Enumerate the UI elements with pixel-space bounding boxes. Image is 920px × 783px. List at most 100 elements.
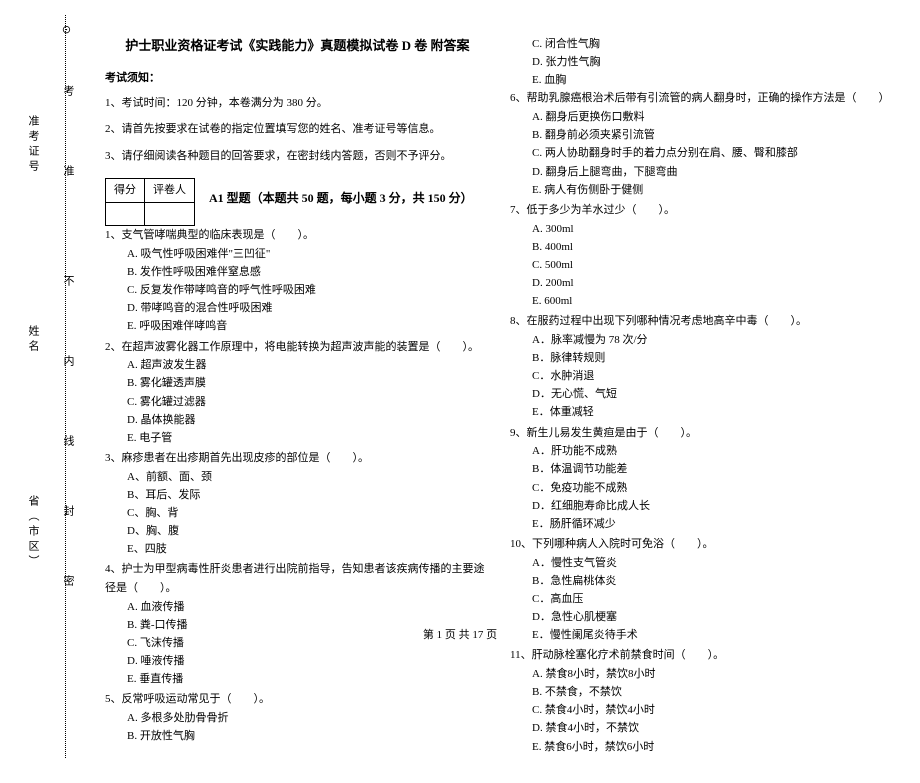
gutter-seal-marker: 不 bbox=[60, 275, 76, 286]
question-options: A．脉率减慢为 78 次/分B．脉律转规则C．水肿消退D．无心慌、气短E．体重减… bbox=[510, 331, 895, 422]
option: E. 电子管 bbox=[127, 429, 490, 447]
option: D．无心慌、气短 bbox=[532, 385, 895, 403]
question-options: A. 禁食8小时，禁饮8小时B. 不禁食，不禁饮C. 禁食4小时，禁饮4小时D.… bbox=[510, 665, 895, 756]
section-title: A1 型题（本题共 50 题，每小题 3 分，共 150 分） bbox=[209, 188, 473, 208]
option: D. 翻身后上腿弯曲，下腿弯曲 bbox=[532, 163, 895, 181]
option: B. 开放性气胸 bbox=[127, 727, 490, 745]
option: D. 200ml bbox=[532, 274, 895, 292]
question-options: A. 300mlB. 400mlC. 500mlD. 200mlE. 600ml bbox=[510, 220, 895, 311]
option: A．脉率减慢为 78 次/分 bbox=[532, 331, 895, 349]
option: D. 禁食4小时，不禁饮 bbox=[532, 719, 895, 737]
option: E. 垂直传播 bbox=[127, 670, 490, 688]
option: D. 张力性气胸 bbox=[532, 53, 895, 71]
question-stem: 1、支气管哮喘典型的临床表现是（ ）。 bbox=[105, 226, 490, 245]
option: B．急性扁桃体炎 bbox=[532, 572, 895, 590]
score-table: 得分 评卷人 bbox=[105, 178, 195, 226]
option: C. 500ml bbox=[532, 256, 895, 274]
question-stem: 9、新生儿易发生黄疸是由于（ ）。 bbox=[510, 424, 895, 443]
option: E．体重减轻 bbox=[532, 403, 895, 421]
gutter-field-label: 省（市区） bbox=[25, 495, 41, 570]
question-stem: 2、在超声波雾化器工作原理中，将电能转换为超声波声能的装置是（ ）。 bbox=[105, 338, 490, 357]
question: 1、支气管哮喘典型的临床表现是（ ）。A. 吸气性呼吸困难伴"三凹征"B. 发作… bbox=[105, 226, 490, 335]
question-stem: 6、帮助乳腺癌根治术后带有引流管的病人翻身时，正确的操作方法是（ ） bbox=[510, 89, 895, 108]
option: D．红细胞寿命比成人长 bbox=[532, 497, 895, 515]
option: A．慢性支气管炎 bbox=[532, 554, 895, 572]
gutter-seal-marker: 考 bbox=[60, 85, 76, 96]
gutter-seal-marker: 内 bbox=[60, 355, 76, 366]
question-options: A. 吸气性呼吸困难伴"三凹征"B. 发作性呼吸困难伴窒息感C. 反复发作带哮鸣… bbox=[105, 245, 490, 336]
gutter-field-label: 准考证号 bbox=[25, 115, 41, 175]
gutter-seal-marker: 线 bbox=[60, 435, 76, 446]
gutter-field-label: 姓名 bbox=[25, 325, 41, 355]
question: 9、新生儿易发生黄疸是由于（ ）。A．肝功能不成熟B．体温调节功能差C．免疫功能… bbox=[510, 424, 895, 533]
option: A. 多根多处肋骨骨折 bbox=[127, 709, 490, 727]
question-stem: 3、麻疹患者在出疹期首先出现皮疹的部位是（ ）。 bbox=[105, 449, 490, 468]
option: C. 反复发作带哮鸣音的呼气性呼吸困难 bbox=[127, 281, 490, 299]
option: E．肠肝循环减少 bbox=[532, 515, 895, 533]
option: E. 病人有伤侧卧于健侧 bbox=[532, 181, 895, 199]
option: C. 禁食4小时，禁饮4小时 bbox=[532, 701, 895, 719]
option: A. 翻身后更换伤口敷料 bbox=[532, 108, 895, 126]
notice-item: 1、考试时间：120 分钟，本卷满分为 380 分。 bbox=[105, 94, 490, 113]
question: 3、麻疹患者在出疹期首先出现皮疹的部位是（ ）。A、前额、面、颈B、耳后、发际C… bbox=[105, 449, 490, 558]
option: D. 带哮鸣音的混合性呼吸困难 bbox=[127, 299, 490, 317]
option: C．水肿消退 bbox=[532, 367, 895, 385]
option: C. 闭合性气胸 bbox=[532, 35, 895, 53]
question-stem: 10、下列哪种病人入院时可免浴（ ）。 bbox=[510, 535, 895, 554]
option: C、胸、背 bbox=[127, 504, 490, 522]
question: 11、肝动脉栓塞化疗术前禁食时间（ ）。A. 禁食8小时，禁饮8小时B. 不禁食… bbox=[510, 646, 895, 755]
option: D、胸、腹 bbox=[127, 522, 490, 540]
question: 8、在服药过程中出现下列哪种情况考虑地高辛中毒（ ）。A．脉率减慢为 78 次/… bbox=[510, 312, 895, 421]
option: E. 600ml bbox=[532, 292, 895, 310]
option: E. 呼吸困难伴哮鸣音 bbox=[127, 317, 490, 335]
question-stem: 7、低于多少为羊水过少（ ）。 bbox=[510, 201, 895, 220]
question-stem: 5、反常呼吸运动常见于（ ）。 bbox=[105, 690, 490, 709]
exam-title: 护士职业资格证考试《实践能力》真题模拟试卷 D 卷 附答案 bbox=[105, 35, 490, 57]
question-options: A. 超声波发生器B. 雾化罐透声膜C. 雾化罐过滤器D. 晶体换能器E. 电子… bbox=[105, 356, 490, 447]
question-options: A. 翻身后更换伤口敷料B. 翻身前必须夹紧引流管C. 两人协助翻身时手的着力点… bbox=[510, 108, 895, 199]
option: B. 发作性呼吸困难伴窒息感 bbox=[127, 263, 490, 281]
option: A．肝功能不成熟 bbox=[532, 442, 895, 460]
option: B．体温调节功能差 bbox=[532, 460, 895, 478]
grader-label: 评卷人 bbox=[145, 178, 195, 202]
right-column: C. 闭合性气胸D. 张力性气胸E. 血胸 6、帮助乳腺癌根治术后带有引流管的病… bbox=[510, 15, 895, 758]
option: B. 400ml bbox=[532, 238, 895, 256]
option: C. 两人协助翻身时手的着力点分别在肩、腰、臀和膝部 bbox=[532, 144, 895, 162]
option: A. 血液传播 bbox=[127, 598, 490, 616]
option: D. 唾液传播 bbox=[127, 652, 490, 670]
option: A、前额、面、颈 bbox=[127, 468, 490, 486]
question-options: A. 多根多处肋骨骨折B. 开放性气胸 bbox=[105, 709, 490, 745]
option: A. 300ml bbox=[532, 220, 895, 238]
option: E、四肢 bbox=[127, 540, 490, 558]
gutter-seal-marker: ⊙ bbox=[60, 25, 73, 34]
notice-item: 3、请仔细阅读各种题目的回答要求，在密封线内答题，否则不予评分。 bbox=[105, 147, 490, 166]
question: 2、在超声波雾化器工作原理中，将电能转换为超声波声能的装置是（ ）。A. 超声波… bbox=[105, 338, 490, 447]
question-options: A．肝功能不成熟B．体温调节功能差C．免疫功能不成熟D．红细胞寿命比成人长E．肠… bbox=[510, 442, 895, 533]
question: 6、帮助乳腺癌根治术后带有引流管的病人翻身时，正确的操作方法是（ ）A. 翻身后… bbox=[510, 89, 895, 198]
option: B．脉律转规则 bbox=[532, 349, 895, 367]
option: B. 雾化罐透声膜 bbox=[127, 374, 490, 392]
option: B、耳后、发际 bbox=[127, 486, 490, 504]
question: 7、低于多少为羊水过少（ ）。A. 300mlB. 400mlC. 500mlD… bbox=[510, 201, 895, 310]
option: C. 雾化罐过滤器 bbox=[127, 393, 490, 411]
notice-item: 2、请首先按要求在试卷的指定位置填写您的姓名、准考证号等信息。 bbox=[105, 120, 490, 139]
gutter-seal-marker: 封 bbox=[60, 505, 76, 516]
binding-gutter: 准考证号姓名省（市区）⊙考准不内线封密 bbox=[25, 15, 75, 758]
option: A. 超声波发生器 bbox=[127, 356, 490, 374]
left-column: 护士职业资格证考试《实践能力》真题模拟试卷 D 卷 附答案 考试须知： 1、考试… bbox=[105, 15, 490, 758]
option: C．免疫功能不成熟 bbox=[532, 479, 895, 497]
option: E. 血胸 bbox=[532, 71, 895, 89]
option: A. 禁食8小时，禁饮8小时 bbox=[532, 665, 895, 683]
score-label: 得分 bbox=[106, 178, 145, 202]
gutter-seal-marker: 准 bbox=[60, 165, 76, 176]
question-stem: 11、肝动脉栓塞化疗术前禁食时间（ ）。 bbox=[510, 646, 895, 665]
option: D．急性心肌梗塞 bbox=[532, 608, 895, 626]
notice-heading: 考试须知： bbox=[105, 69, 490, 88]
gutter-dotted-line bbox=[65, 15, 66, 758]
option: E. 禁食6小时，禁饮6小时 bbox=[532, 738, 895, 756]
question: 5、反常呼吸运动常见于（ ）。A. 多根多处肋骨骨折B. 开放性气胸 bbox=[105, 690, 490, 745]
page-footer: 第 1 页 共 17 页 bbox=[0, 626, 920, 642]
option: B. 翻身前必须夹紧引流管 bbox=[532, 126, 895, 144]
question-options: A. 血液传播B. 粪-口传播C. 飞沫传播D. 唾液传播E. 垂直传播 bbox=[105, 598, 490, 689]
question-options: A、前额、面、颈B、耳后、发际C、胸、背D、胸、腹E、四肢 bbox=[105, 468, 490, 559]
